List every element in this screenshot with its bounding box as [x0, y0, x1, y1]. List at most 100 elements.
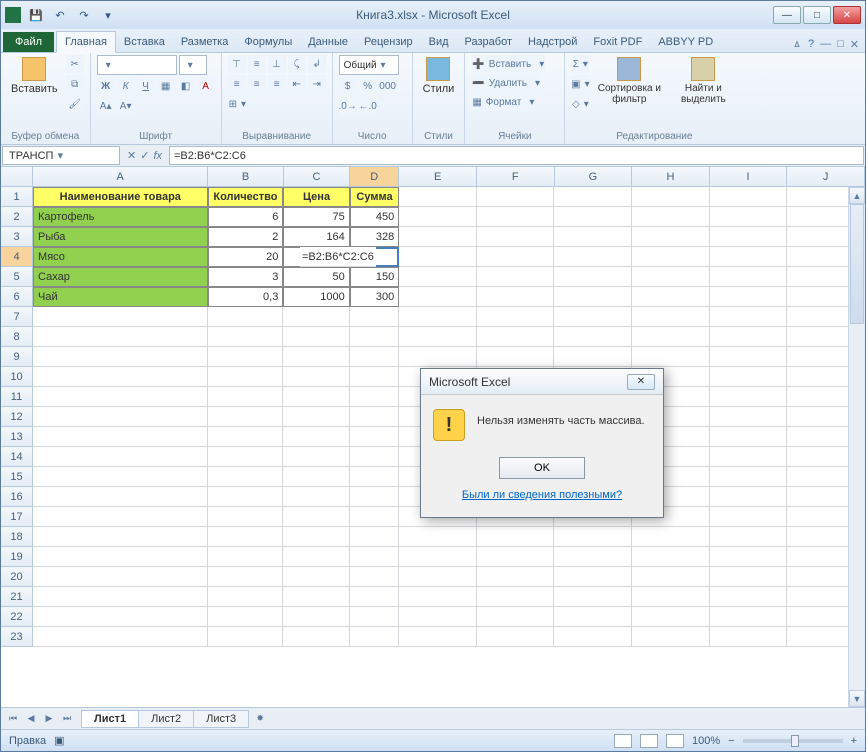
- row-header[interactable]: 20: [1, 567, 33, 587]
- cell[interactable]: [710, 247, 788, 267]
- row-header[interactable]: 10: [1, 367, 33, 387]
- col-header-I[interactable]: I: [710, 167, 788, 186]
- cell[interactable]: [554, 627, 632, 647]
- row-header[interactable]: 21: [1, 587, 33, 607]
- cell[interactable]: [33, 307, 208, 327]
- cell[interactable]: [399, 247, 477, 267]
- cell[interactable]: [33, 627, 208, 647]
- cell[interactable]: [399, 327, 477, 347]
- cell[interactable]: [710, 327, 788, 347]
- sheet-tab-1[interactable]: Лист1: [81, 710, 139, 728]
- cell[interactable]: [399, 567, 477, 587]
- cell[interactable]: [477, 287, 555, 307]
- cell[interactable]: [632, 567, 710, 587]
- col-header-D[interactable]: D: [350, 167, 399, 186]
- align-left-icon[interactable]: ≡: [228, 75, 246, 93]
- cell[interactable]: [710, 447, 788, 467]
- view-page-layout-icon[interactable]: [640, 734, 658, 748]
- cell[interactable]: [208, 627, 284, 647]
- cell[interactable]: [399, 287, 477, 307]
- cell[interactable]: [710, 287, 788, 307]
- cell[interactable]: [399, 607, 477, 627]
- cell[interactable]: [33, 467, 208, 487]
- select-all-corner[interactable]: [1, 167, 33, 186]
- cell[interactable]: Наименование товара: [33, 187, 208, 207]
- cell[interactable]: [283, 307, 349, 327]
- comma-icon[interactable]: 000: [379, 77, 397, 95]
- increase-indent-icon[interactable]: ⇥: [308, 75, 326, 93]
- scroll-up-icon[interactable]: ▲: [849, 187, 865, 204]
- col-header-H[interactable]: H: [632, 167, 710, 186]
- fx-icon[interactable]: fx: [153, 150, 162, 162]
- save-icon[interactable]: 💾: [27, 6, 45, 24]
- cell[interactable]: 0,3: [208, 287, 284, 307]
- cell[interactable]: [632, 587, 710, 607]
- formula-input[interactable]: =B2:B6*C2:C6: [169, 146, 864, 165]
- cell[interactable]: [33, 407, 208, 427]
- zoom-out-icon[interactable]: −: [728, 735, 734, 747]
- sheet-prev-icon[interactable]: ◀: [23, 711, 39, 727]
- row-header[interactable]: 1: [1, 187, 33, 207]
- cell[interactable]: [350, 447, 399, 467]
- cell[interactable]: [33, 587, 208, 607]
- underline-button[interactable]: Ч: [137, 77, 155, 95]
- cell[interactable]: [399, 627, 477, 647]
- view-normal-icon[interactable]: [614, 734, 632, 748]
- cell[interactable]: [283, 327, 349, 347]
- cell[interactable]: [710, 567, 788, 587]
- cell[interactable]: [399, 587, 477, 607]
- cell[interactable]: [350, 367, 399, 387]
- editing-cell-overflow[interactable]: =B2:B6*C2:C6: [300, 247, 376, 267]
- cell[interactable]: [632, 207, 710, 227]
- bold-button[interactable]: Ж: [97, 77, 115, 95]
- cell[interactable]: [283, 567, 349, 587]
- cell[interactable]: [283, 407, 349, 427]
- cell[interactable]: [477, 247, 555, 267]
- align-bottom-icon[interactable]: ⊥: [268, 55, 286, 73]
- cell[interactable]: [710, 407, 788, 427]
- row-header[interactable]: 12: [1, 407, 33, 427]
- align-top-icon[interactable]: ⊤: [228, 55, 246, 73]
- cell[interactable]: [710, 427, 788, 447]
- align-center-icon[interactable]: ≡: [248, 75, 266, 93]
- cell[interactable]: [283, 427, 349, 447]
- cell[interactable]: [632, 267, 710, 287]
- cell[interactable]: [208, 307, 284, 327]
- tab-review[interactable]: Рецензир: [356, 32, 421, 52]
- copy-icon[interactable]: ⧉: [66, 75, 84, 93]
- cell[interactable]: [33, 547, 208, 567]
- cell[interactable]: [710, 487, 788, 507]
- align-right-icon[interactable]: ≡: [268, 75, 286, 93]
- cell[interactable]: [33, 387, 208, 407]
- row-header[interactable]: 22: [1, 607, 33, 627]
- cell[interactable]: [33, 427, 208, 447]
- row-header[interactable]: 9: [1, 347, 33, 367]
- cell[interactable]: Сахар: [33, 267, 208, 287]
- font-size-combo[interactable]: [179, 55, 207, 75]
- cell[interactable]: [350, 507, 399, 527]
- cell[interactable]: [283, 587, 349, 607]
- cell[interactable]: [283, 387, 349, 407]
- cell[interactable]: [477, 307, 555, 327]
- decrease-indent-icon[interactable]: ⇤: [288, 75, 306, 93]
- cell[interactable]: 2: [208, 227, 284, 247]
- cell[interactable]: [632, 327, 710, 347]
- align-middle-icon[interactable]: ≡: [248, 55, 266, 73]
- cell[interactable]: [710, 267, 788, 287]
- cell[interactable]: [399, 207, 477, 227]
- clear-icon[interactable]: ◇: [571, 95, 589, 113]
- window-restore-icon[interactable]: □: [837, 38, 844, 50]
- row-header[interactable]: 4: [1, 247, 33, 267]
- decrease-decimal-icon[interactable]: ←.0: [359, 97, 377, 115]
- cell[interactable]: Рыба: [33, 227, 208, 247]
- format-painter-icon[interactable]: 🖌: [66, 95, 84, 113]
- row-header[interactable]: 15: [1, 467, 33, 487]
- cell[interactable]: [350, 547, 399, 567]
- cell[interactable]: [710, 187, 788, 207]
- sheet-tab-2[interactable]: Лист2: [138, 710, 194, 728]
- tab-formulas[interactable]: Формулы: [236, 32, 300, 52]
- tab-view[interactable]: Вид: [421, 32, 457, 52]
- cell[interactable]: [33, 367, 208, 387]
- cell[interactable]: [350, 487, 399, 507]
- cell[interactable]: [208, 387, 284, 407]
